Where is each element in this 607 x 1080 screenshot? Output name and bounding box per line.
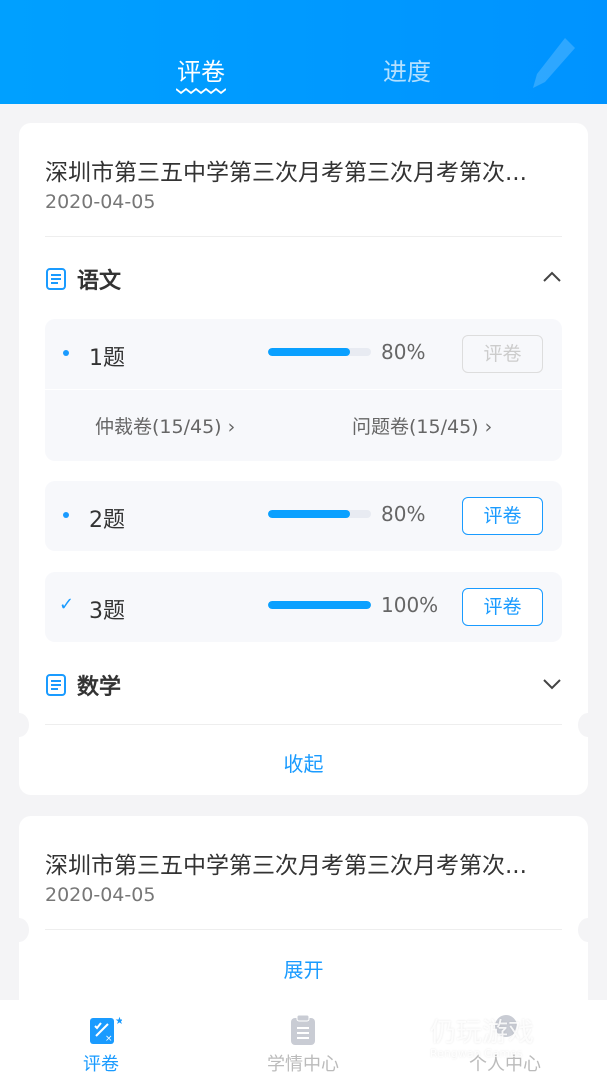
progress-percent: 80% xyxy=(381,340,426,364)
problem-link[interactable]: 问题卷(15/45) › xyxy=(352,412,492,439)
svg-text:★: ★ xyxy=(115,1016,122,1027)
subject-math[interactable]: 数学 xyxy=(45,669,121,701)
problem-label: 问题卷(15/45) xyxy=(352,416,479,438)
arbitration-label: 仲裁卷(15/45) xyxy=(95,416,222,438)
question-3: ✓ 3题 100% 评卷 xyxy=(45,572,562,642)
grading-icon: ×★ xyxy=(90,1016,122,1044)
header: 评卷 进度 xyxy=(0,0,607,104)
chevron-up-icon[interactable] xyxy=(542,271,562,283)
grade-button[interactable]: 评卷 xyxy=(462,497,543,535)
question-label: 1题 xyxy=(89,346,125,371)
active-tab-indicator xyxy=(176,87,226,95)
exam-title[interactable]: 深圳市第三五中学第三次月考第三次月考第次... xyxy=(45,846,527,880)
question-1: 1题 80% 评卷 仲裁卷(15/45) › 问题卷(15/45) › xyxy=(45,319,562,461)
grade-button[interactable]: 评卷 xyxy=(462,335,543,373)
nav-label: 学情中心 xyxy=(267,1054,339,1075)
watermark-subtext: Rengwan Games xyxy=(430,1047,523,1060)
progress-percent: 80% xyxy=(381,502,426,526)
notch xyxy=(9,918,29,942)
exam-card: 深圳市第三五中学第三次月考第三次月考第次... 2020-04-05 展开 xyxy=(9,816,598,1000)
progress-bar xyxy=(268,601,371,609)
progress-percent: 100% xyxy=(381,593,439,617)
watermark-logo: 仍玩游戏 Rengwan Games xyxy=(430,1012,534,1060)
exam-title[interactable]: 深圳市第三五中学第三次月考第三次月考第次... xyxy=(45,153,527,187)
subject-chinese[interactable]: 语文 xyxy=(45,263,121,295)
clipboard-icon xyxy=(291,1014,315,1045)
exam-card: 深圳市第三五中学第三次月考第三次月考第次... 2020-04-05 语文 1题… xyxy=(9,123,598,795)
bullet-icon xyxy=(63,512,69,518)
exam-date: 2020-04-05 xyxy=(45,884,156,906)
arbitration-link[interactable]: 仲裁卷(15/45) › xyxy=(95,412,235,439)
tab-progress[interactable]: 进度 xyxy=(383,52,431,87)
progress-fill xyxy=(268,601,371,609)
watermark-text: 仍玩游戏 xyxy=(430,1018,535,1048)
document-icon xyxy=(46,674,66,696)
notch xyxy=(9,713,29,737)
notch xyxy=(578,713,598,737)
expand-button[interactable]: 展开 xyxy=(19,954,588,983)
subject-name: 数学 xyxy=(77,675,122,700)
collapse-button[interactable]: 收起 xyxy=(19,748,588,777)
question-label: 2题 xyxy=(89,508,125,533)
pencil-icon[interactable] xyxy=(531,36,577,92)
document-icon xyxy=(46,268,66,290)
check-icon: ✓ xyxy=(59,594,75,615)
nav-label: 评卷 xyxy=(83,1054,119,1075)
bullet-icon xyxy=(63,350,69,356)
progress-fill xyxy=(268,348,351,356)
divider xyxy=(45,724,562,725)
divider xyxy=(45,929,562,930)
grade-button[interactable]: 评卷 xyxy=(462,588,543,626)
divider xyxy=(45,236,562,237)
exam-date: 2020-04-05 xyxy=(45,191,156,213)
notch xyxy=(578,918,598,942)
tab-grading[interactable]: 评卷 xyxy=(177,52,225,87)
chevron-down-icon[interactable] xyxy=(542,678,562,690)
progress-bar xyxy=(268,348,371,356)
progress-bar xyxy=(268,510,371,518)
question-label: 3题 xyxy=(89,599,125,624)
question-2: 2题 80% 评卷 xyxy=(45,481,562,551)
svg-text:×: × xyxy=(105,1034,113,1044)
subject-name: 语文 xyxy=(77,269,122,294)
progress-fill xyxy=(268,510,351,518)
